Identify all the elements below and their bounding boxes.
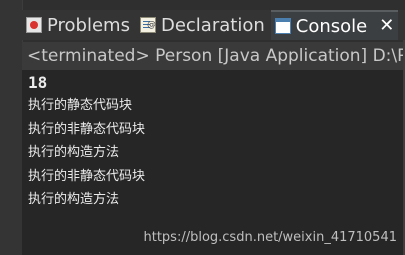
- tab-problems[interactable]: Problems: [22, 10, 136, 40]
- tab-console[interactable]: Console ✕: [270, 10, 399, 40]
- close-icon[interactable]: ✕: [379, 17, 394, 35]
- console-window: Problems Declaration Console ✕ <terminat…: [0, 0, 405, 255]
- console-output[interactable]: 18 执行的静态代码块 执行的非静态代码块 执行的构造方法 执行的非静态代码块 …: [22, 70, 403, 255]
- output-line: 18: [28, 73, 48, 92]
- watermark-text: https://blog.csdn.net/weixin_41710541: [143, 230, 397, 245]
- tab-declaration-label: Declaration: [160, 14, 265, 36]
- output-line: 执行的构造方法: [28, 145, 120, 160]
- console-status-line: <terminated> Person [Java Application] D…: [22, 42, 403, 70]
- view-tab-bar: Problems Declaration Console ✕: [22, 10, 405, 40]
- tab-problems-label: Problems: [47, 14, 130, 36]
- tab-declaration[interactable]: Declaration: [136, 10, 271, 40]
- output-line: 执行的非静态代码块: [28, 121, 146, 137]
- output-line: 执行的静态代码块: [28, 98, 133, 113]
- declaration-icon: [139, 17, 156, 33]
- output-line: 执行的构造方法: [28, 192, 120, 207]
- console-icon: [274, 18, 291, 34]
- problems-icon: [26, 17, 42, 33]
- output-line: 执行的非静态代码块: [28, 168, 146, 184]
- tab-console-label: Console: [295, 15, 368, 37]
- left-panel-edge: [0, 0, 23, 255]
